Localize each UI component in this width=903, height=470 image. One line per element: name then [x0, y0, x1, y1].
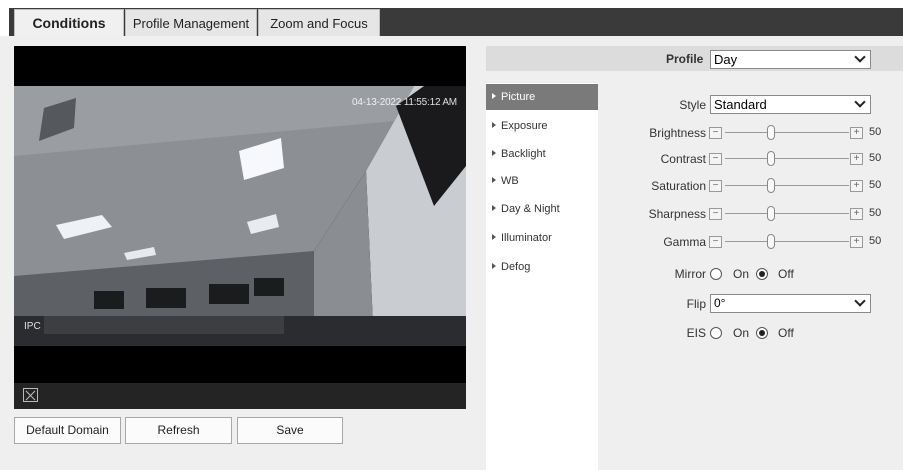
slider-thumb[interactable] — [767, 125, 775, 140]
contrast-slider[interactable]: − + — [709, 151, 866, 167]
plus-icon[interactable]: + — [850, 180, 863, 192]
minus-icon[interactable]: − — [709, 208, 722, 220]
refresh-button[interactable]: Refresh — [125, 417, 232, 444]
menu-item-label: Illuminator — [501, 232, 552, 244]
slider-track[interactable] — [725, 241, 849, 242]
slider-track[interactable] — [725, 158, 849, 159]
minus-icon[interactable]: − — [709, 153, 722, 165]
caret-right-icon — [492, 177, 496, 183]
sharpness-slider[interactable]: − + — [709, 206, 866, 222]
chevron-down-icon — [854, 51, 866, 63]
eis-label: EIS — [686, 326, 706, 340]
plus-icon[interactable]: + — [850, 153, 863, 165]
slider-track[interactable] — [725, 132, 849, 133]
mirror-on-radio[interactable] — [710, 268, 722, 280]
tab-conditions[interactable]: Conditions — [14, 9, 124, 36]
sharpness-value: 50 — [869, 207, 882, 219]
chevron-down-icon — [854, 295, 866, 307]
profile-select[interactable]: Day — [710, 50, 871, 69]
saturation-slider[interactable]: − + — [709, 178, 866, 194]
flip-select[interactable]: 0° — [710, 294, 871, 313]
menu-item-defog[interactable]: Defog — [486, 254, 598, 280]
menu-item-label: Exposure — [501, 120, 548, 132]
caret-right-icon — [492, 234, 496, 240]
menu-item-picture[interactable]: Picture — [486, 84, 598, 110]
menu-item-day-night[interactable]: Day & Night — [486, 196, 598, 222]
caret-right-icon — [492, 122, 496, 128]
minus-icon[interactable]: − — [709, 236, 722, 248]
sharpness-label: Sharpness — [648, 207, 706, 221]
osd-timestamp: 04-13-2022 11:55:12 AM — [352, 97, 457, 108]
eis-on-label: On — [733, 326, 750, 340]
brightness-slider[interactable]: − + — [709, 125, 866, 141]
default-domain-button[interactable]: Default Domain — [14, 417, 121, 444]
plus-icon[interactable]: + — [850, 208, 863, 220]
mirror-off-label: Off — [778, 267, 794, 281]
flip-label: Flip — [686, 297, 706, 311]
menu-item-illuminator[interactable]: Illuminator — [486, 225, 598, 251]
caret-right-icon — [492, 205, 496, 211]
profile-select-value: Day — [714, 52, 738, 67]
gamma-value: 50 — [869, 235, 882, 247]
video-preview[interactable]: 04-13-2022 11:55:12 AM IPC — [14, 46, 466, 409]
menu-item-label: Picture — [501, 91, 536, 103]
style-label: Style — [679, 98, 706, 112]
save-button[interactable]: Save — [237, 417, 343, 444]
menu-item-label: Day & Night — [501, 203, 560, 215]
slider-track[interactable] — [725, 185, 849, 186]
menu-item-label: Backlight — [501, 148, 546, 160]
caret-right-icon — [492, 263, 496, 269]
mirror-on-label: On — [733, 267, 750, 281]
chevron-down-icon — [854, 96, 866, 108]
slider-thumb[interactable] — [767, 234, 775, 249]
mirror-label: Mirror — [674, 267, 706, 281]
eis-off-label: Off — [778, 326, 794, 340]
eis-off-radio[interactable] — [756, 327, 768, 339]
saturation-label: Saturation — [651, 179, 706, 193]
minus-icon[interactable]: − — [709, 180, 722, 192]
profile-label: Profile — [666, 52, 704, 66]
gamma-slider[interactable]: − + — [709, 234, 866, 250]
fit-window-icon[interactable] — [23, 388, 38, 402]
eis-on-radio[interactable] — [710, 327, 722, 339]
brightness-label: Brightness — [649, 126, 706, 140]
flip-select-value: 0° — [714, 296, 726, 310]
contrast-label: Contrast — [660, 152, 706, 166]
brightness-value: 50 — [869, 126, 882, 138]
menu-item-wb[interactable]: WB — [486, 168, 598, 194]
menu-item-backlight[interactable]: Backlight — [486, 141, 598, 167]
style-select[interactable]: Standard — [710, 95, 871, 114]
minus-icon[interactable]: − — [709, 127, 722, 139]
mirror-off-radio[interactable] — [756, 268, 768, 280]
contrast-value: 50 — [869, 152, 882, 164]
menu-item-label: Defog — [501, 261, 531, 273]
caret-right-icon — [492, 93, 496, 99]
menu-item-label: WB — [501, 175, 519, 187]
slider-thumb[interactable] — [767, 178, 775, 193]
slider-track[interactable] — [725, 213, 849, 214]
gamma-label: Gamma — [663, 235, 706, 249]
saturation-value: 50 — [869, 179, 882, 191]
plus-icon[interactable]: + — [850, 236, 863, 248]
tab-zoom-and-focus[interactable]: Zoom and Focus — [258, 9, 380, 36]
tab-profile-management[interactable]: Profile Management — [125, 9, 257, 36]
tab-bar: Conditions Profile Management Zoom and F… — [0, 0, 903, 37]
caret-right-icon — [492, 150, 496, 156]
video-toolbar — [14, 383, 466, 409]
slider-thumb[interactable] — [767, 206, 775, 221]
menu-item-exposure[interactable]: Exposure — [486, 113, 598, 139]
osd-channel-label: IPC — [24, 321, 41, 332]
plus-icon[interactable]: + — [850, 127, 863, 139]
slider-thumb[interactable] — [767, 151, 775, 166]
style-select-value: Standard — [714, 97, 767, 112]
